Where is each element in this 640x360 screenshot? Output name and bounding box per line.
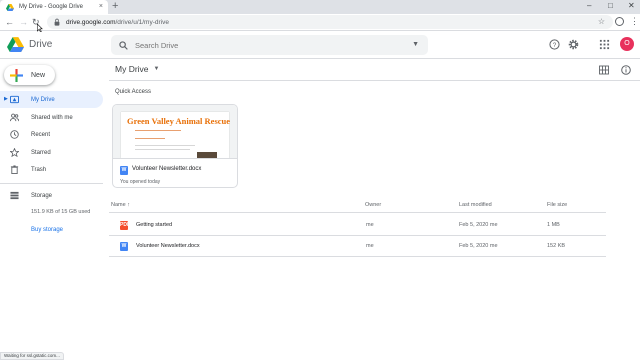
search-icon[interactable] bbox=[119, 40, 128, 50]
card-file-name: Volunteer Newsletter.docx bbox=[132, 166, 202, 172]
quick-access-card[interactable]: Green Valley Animal Rescue W Volunteer N… bbox=[112, 104, 238, 188]
drive-icon bbox=[10, 95, 19, 104]
card-subtitle: You opened today bbox=[120, 179, 161, 185]
settings-icon[interactable] bbox=[568, 39, 579, 50]
sidebar-item-recent[interactable]: Recent bbox=[0, 126, 103, 143]
file-name: Volunteer Newsletter.docx bbox=[136, 243, 200, 249]
sidebar-item-starred[interactable]: Starred bbox=[0, 144, 103, 161]
bookmark-star-icon[interactable]: ☆ bbox=[598, 17, 605, 27]
grid-view-icon[interactable] bbox=[599, 65, 609, 75]
chevron-down-icon: ▼ bbox=[153, 66, 160, 72]
drive-header: Drive ▼ ? O bbox=[0, 31, 640, 59]
preview-text-line bbox=[135, 130, 181, 131]
column-name-label: Name bbox=[111, 202, 126, 208]
search-input[interactable] bbox=[135, 40, 395, 50]
column-last-modified[interactable]: Last modified bbox=[459, 202, 492, 208]
file-size: 1 MB bbox=[547, 222, 560, 228]
pdf-file-icon: PDF bbox=[120, 221, 130, 230]
storage-label: Storage bbox=[31, 192, 53, 199]
column-file-size: File size bbox=[547, 202, 568, 208]
tab-close-icon[interactable]: × bbox=[99, 3, 103, 10]
star-icon bbox=[10, 148, 19, 157]
table-row[interactable]: PDF Getting started me Feb 5, 2020 me 1 … bbox=[109, 215, 606, 236]
browser-toolbar: ← → ↻ drive.google.com/drive/u/1/my-driv… bbox=[0, 14, 640, 31]
mouse-cursor-icon bbox=[37, 24, 43, 32]
back-icon[interactable]: ← bbox=[5, 16, 14, 28]
close-window-icon[interactable]: ✕ bbox=[628, 1, 635, 11]
sidebar-item-storage[interactable]: Storage bbox=[0, 187, 103, 204]
file-list-header: Name ↑ Owner Last modified File size bbox=[109, 199, 606, 213]
storage-icon bbox=[10, 191, 19, 200]
sidebar-item-label: Trash bbox=[31, 166, 47, 173]
file-modified: Feb 5, 2020 me bbox=[459, 222, 498, 228]
preview-text-line bbox=[135, 145, 195, 146]
profile-icon[interactable] bbox=[615, 17, 624, 26]
tab-title: My Drive - Google Drive bbox=[19, 4, 84, 10]
sidebar-item-shared[interactable]: Shared with me bbox=[0, 109, 103, 126]
preview-heading: Green Valley Animal Rescue bbox=[127, 116, 231, 126]
new-button-label: New bbox=[31, 71, 46, 79]
minimize-icon[interactable]: – bbox=[587, 1, 591, 11]
column-owner: Owner bbox=[365, 202, 382, 208]
new-button[interactable]: New bbox=[4, 65, 55, 85]
file-modified: Feb 5, 2020 me bbox=[459, 243, 498, 249]
browser-tab-strip: My Drive - Google Drive × + – □ ✕ bbox=[0, 0, 640, 14]
url-path: /drive/u/1/my-drive bbox=[115, 18, 169, 26]
new-tab-button[interactable]: + bbox=[112, 1, 118, 12]
quick-access-label: Quick Access bbox=[115, 89, 152, 95]
buy-storage-link[interactable]: Buy storage bbox=[31, 227, 63, 233]
people-icon bbox=[10, 113, 19, 122]
sidebar-item-my-drive[interactable]: ▶ My Drive bbox=[0, 91, 103, 108]
preview-text-line bbox=[135, 149, 190, 150]
sidebar-divider bbox=[0, 183, 103, 184]
expand-arrow-icon[interactable]: ▶ bbox=[4, 96, 8, 102]
sidebar-item-label: Starred bbox=[31, 149, 51, 156]
file-name: Getting started bbox=[136, 222, 173, 228]
maximize-icon[interactable]: □ bbox=[608, 1, 613, 11]
sidebar-item-label: My Drive bbox=[31, 96, 55, 103]
drive-favicon-icon bbox=[6, 3, 14, 11]
browser-menu-icon[interactable]: ⋮ bbox=[630, 15, 639, 27]
main-divider bbox=[109, 80, 640, 81]
card-footer: W Volunteer Newsletter.docx You opened t… bbox=[113, 158, 237, 187]
lock-icon bbox=[54, 18, 60, 26]
word-doc-icon: W bbox=[120, 166, 128, 175]
page-title: My Drive bbox=[115, 64, 149, 74]
trash-icon bbox=[10, 165, 19, 174]
product-name[interactable]: Drive bbox=[29, 39, 52, 51]
help-icon[interactable]: ? bbox=[549, 39, 560, 50]
sidebar-item-label: Recent bbox=[31, 131, 51, 138]
storage-usage-text: 151.9 KB of 15 GB used bbox=[31, 209, 91, 215]
search-options-icon[interactable]: ▼ bbox=[412, 41, 419, 48]
url-text: drive.google.com/drive/u/1/my-drive bbox=[66, 19, 169, 26]
info-icon[interactable] bbox=[621, 65, 631, 75]
url-host: drive.google.com bbox=[66, 18, 116, 26]
plus-icon bbox=[10, 68, 23, 82]
account-avatar[interactable]: O bbox=[620, 37, 634, 51]
page-title-dropdown[interactable]: My Drive ▼ bbox=[115, 64, 159, 74]
sort-arrow-icon[interactable]: ↑ bbox=[127, 202, 130, 208]
preview-text-line bbox=[135, 138, 165, 139]
sidebar-item-trash[interactable]: Trash bbox=[0, 161, 103, 178]
file-owner: me bbox=[366, 222, 374, 228]
sidebar-item-label: Shared with me bbox=[31, 114, 73, 121]
file-size: 152 KB bbox=[547, 243, 566, 249]
file-owner: me bbox=[366, 243, 374, 249]
clock-icon bbox=[10, 130, 19, 139]
svg-text:?: ? bbox=[553, 42, 557, 49]
drive-logo-icon[interactable] bbox=[7, 37, 24, 52]
browser-status-bar: Waiting for ssl.gstatic.com... bbox=[0, 352, 64, 360]
word-doc-icon: W bbox=[120, 242, 128, 251]
browser-tab[interactable]: My Drive - Google Drive × bbox=[0, 0, 108, 14]
forward-icon[interactable]: → bbox=[19, 16, 28, 28]
column-name[interactable]: Name ↑ bbox=[111, 202, 130, 208]
address-bar[interactable]: drive.google.com/drive/u/1/my-drive ☆ bbox=[47, 15, 613, 29]
table-row[interactable]: W Volunteer Newsletter.docx me Feb 5, 20… bbox=[109, 236, 606, 257]
file-preview: Green Valley Animal Rescue bbox=[113, 105, 237, 158]
search-bar[interactable]: ▼ bbox=[111, 35, 428, 55]
apps-icon[interactable] bbox=[599, 39, 610, 50]
